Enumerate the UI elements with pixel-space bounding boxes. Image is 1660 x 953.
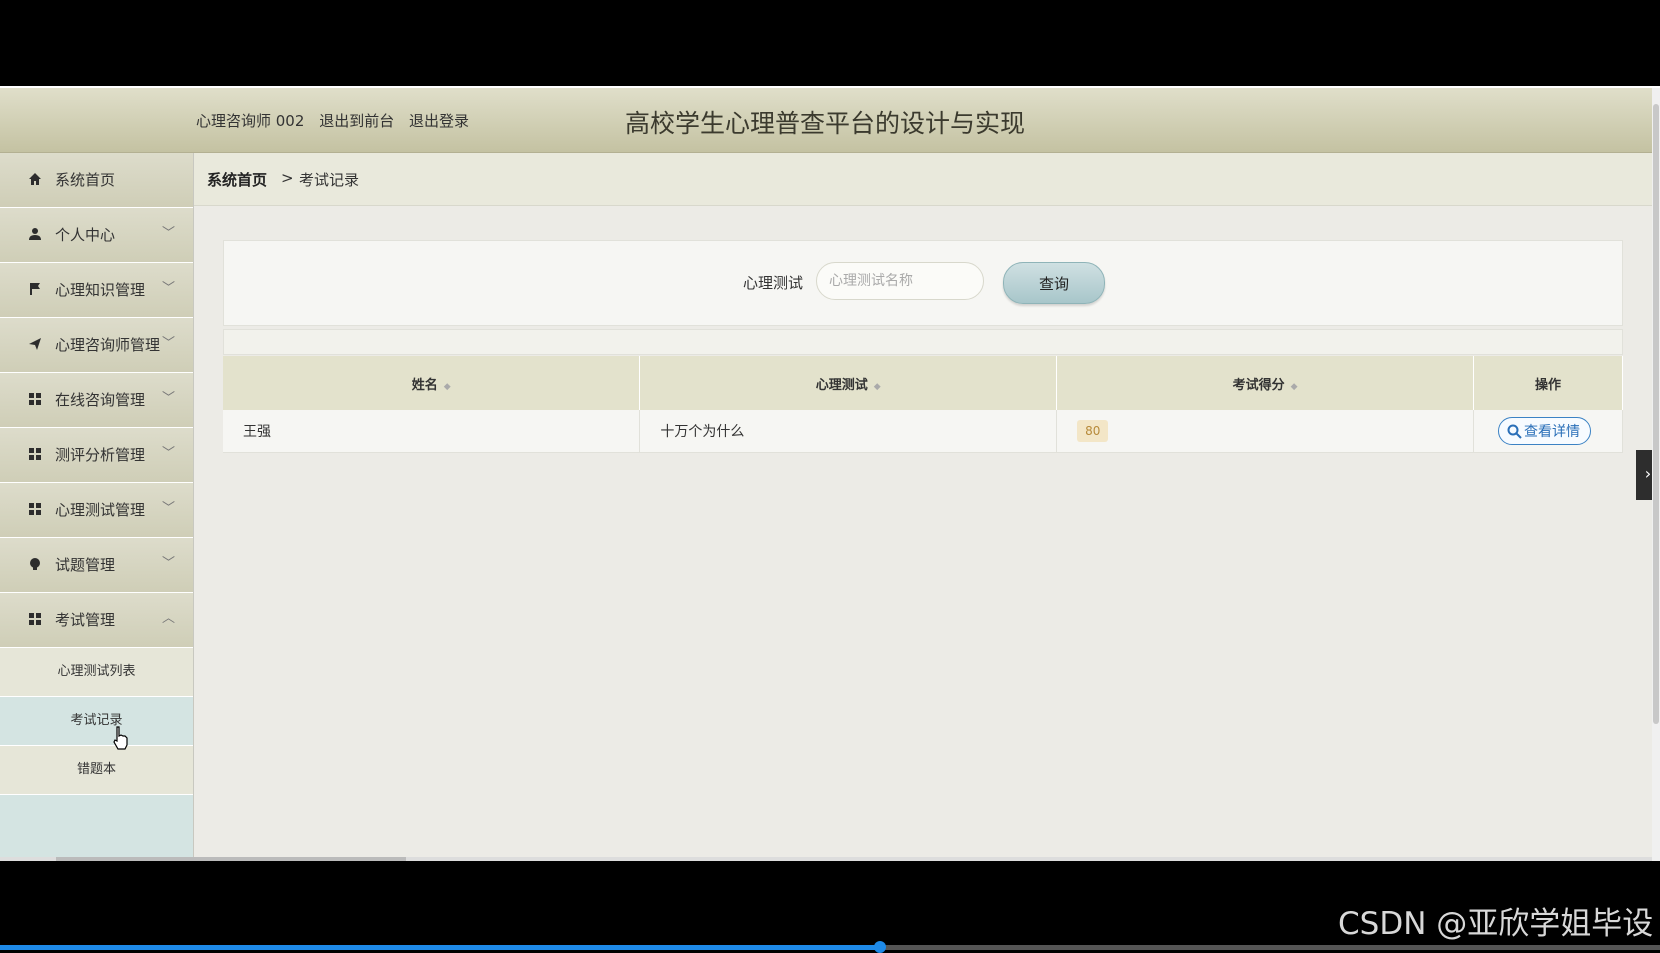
column-header-score[interactable]: 考试得分 ◆ [1056, 356, 1474, 410]
sidebar-item-label: 试题管理 [55, 556, 116, 574]
sidebar-item-personal-center[interactable]: 个人中心 ﹀ [0, 208, 193, 263]
bulb-icon [30, 558, 40, 570]
cell-actions: 查看详情 [1473, 410, 1623, 453]
window-top-edge [0, 86, 1660, 88]
grid-icon [29, 393, 41, 405]
table-row: 王强 十万个为什么 80 查看详情 [223, 410, 1623, 453]
sidebar-item-exam[interactable]: 考试管理 ︿ [0, 593, 193, 648]
sidebar-item-questions[interactable]: 试题管理 ﹀ [0, 538, 193, 593]
sidebar-item-assessment[interactable]: 测评分析管理 ﹀ [0, 428, 193, 483]
submenu-item-exam-records[interactable]: 考试记录 [0, 697, 193, 746]
site-title: 高校学生心理普查平台的设计与实现 [625, 109, 1026, 138]
progress-knob[interactable] [873, 941, 886, 953]
chevron-down-icon: ﹀ [162, 226, 176, 241]
sidebar-item-label: 测评分析管理 [55, 446, 146, 464]
search-button[interactable]: 查询 [1003, 262, 1105, 304]
logout-link[interactable]: 退出登录 [409, 112, 469, 130]
column-header-test[interactable]: 心理测试 ◆ [639, 356, 1058, 410]
sidebar-item-knowledge[interactable]: 心理知识管理 ﹀ [0, 263, 193, 318]
video-progress-bar[interactable] [0, 941, 1660, 953]
cell-name: 王强 [223, 410, 641, 453]
sidebar-item-psych-test[interactable]: 心理测试管理 ﹀ [0, 483, 193, 538]
hand-cursor-icon [113, 726, 128, 750]
horizontal-scrollbar[interactable] [0, 857, 1652, 861]
sidebar-item-label: 心理知识管理 [55, 281, 146, 299]
sidebar: 系统首页 个人中心 ﹀ 心理知识管理 ﹀ 心理咨询师管理 ﹀ 在线咨询管理 ﹀ … [0, 153, 194, 861]
progress-fill [0, 945, 880, 950]
chevron-down-icon: ﹀ [162, 501, 176, 516]
back-to-front-link[interactable]: 退出到前台 [319, 112, 394, 130]
breadcrumb-separator: > [281, 169, 294, 187]
grid-icon [29, 503, 41, 515]
breadcrumb: 系统首页 > 考试记录 [194, 153, 1652, 206]
scrollbar-thumb[interactable] [56, 857, 406, 861]
sidebar-item-label: 系统首页 [55, 171, 116, 189]
sidebar-item-label: 考试管理 [55, 611, 116, 629]
watermark: CSDN @亚欣学姐毕设 [1338, 906, 1654, 942]
breadcrumb-current: 考试记录 [299, 171, 360, 189]
search-icon [1507, 424, 1522, 439]
chevron-down-icon: ﹀ [162, 391, 176, 406]
flag-icon [30, 283, 40, 295]
view-details-button[interactable]: 查看详情 [1498, 417, 1591, 445]
user-bar: 心理咨询师 002 退出到前台 退出登录 [196, 110, 479, 131]
chevron-down-icon: ﹀ [162, 446, 176, 461]
vertical-scrollbar[interactable] [1652, 86, 1660, 861]
send-icon [29, 338, 41, 350]
chevron-down-icon: ﹀ [162, 336, 176, 351]
sidebar-item-label: 在线咨询管理 [55, 391, 146, 409]
top-header: 心理咨询师 002 退出到前台 退出登录 高校学生心理普查平台的设计与实现 [0, 88, 1652, 153]
sidebar-item-label: 个人中心 [55, 226, 116, 244]
scrollbar-thumb[interactable] [1653, 104, 1659, 724]
cell-score: 80 [1056, 410, 1474, 453]
submenu-item-test-list[interactable]: 心理测试列表 [0, 648, 193, 697]
search-input[interactable] [816, 262, 984, 300]
sort-icon: ◆ [1290, 381, 1298, 392]
sidebar-item-counselor[interactable]: 心理咨询师管理 ﹀ [0, 318, 193, 373]
sidebar-item-home[interactable]: 系统首页 [0, 153, 193, 208]
browser-viewport: 心理咨询师 002 退出到前台 退出登录 高校学生心理普查平台的设计与实现 系统… [0, 86, 1660, 861]
current-user: 心理咨询师 002 [196, 112, 305, 130]
grid-icon [29, 448, 41, 460]
score-badge: 80 [1077, 420, 1109, 442]
chevron-down-icon: ﹀ [162, 556, 176, 571]
table-header-row: 姓名 ◆ 心理测试 ◆ 考试得分 ◆ 操作 [223, 356, 1623, 410]
toolbar-strip [223, 329, 1623, 355]
column-header-actions: 操作 [1473, 356, 1623, 410]
user-icon [29, 228, 41, 240]
chevron-up-icon: ︿ [162, 611, 176, 626]
sidebar-item-label: 心理测试管理 [55, 501, 146, 519]
exam-records-table: 姓名 ◆ 心理测试 ◆ 考试得分 ◆ 操作 王强 十万个为什么 80 查看详情 [223, 356, 1623, 453]
chevron-down-icon: ﹀ [162, 281, 176, 296]
column-header-name[interactable]: 姓名 ◆ [223, 356, 641, 410]
sort-icon: ◆ [873, 381, 881, 392]
submenu-item-wrong-questions[interactable]: 错题本 [0, 746, 193, 795]
home-icon [29, 173, 41, 185]
cell-test: 十万个为什么 [639, 410, 1058, 453]
sort-icon: ◆ [443, 381, 451, 392]
search-label: 心理测试 [743, 274, 804, 292]
search-panel: 心理测试 查询 [223, 240, 1623, 326]
sidebar-item-label: 心理咨询师管理 [55, 336, 161, 354]
sidebar-item-online-consult[interactable]: 在线咨询管理 ﹀ [0, 373, 193, 428]
breadcrumb-home[interactable]: 系统首页 [207, 169, 267, 190]
grid-icon [29, 613, 41, 625]
